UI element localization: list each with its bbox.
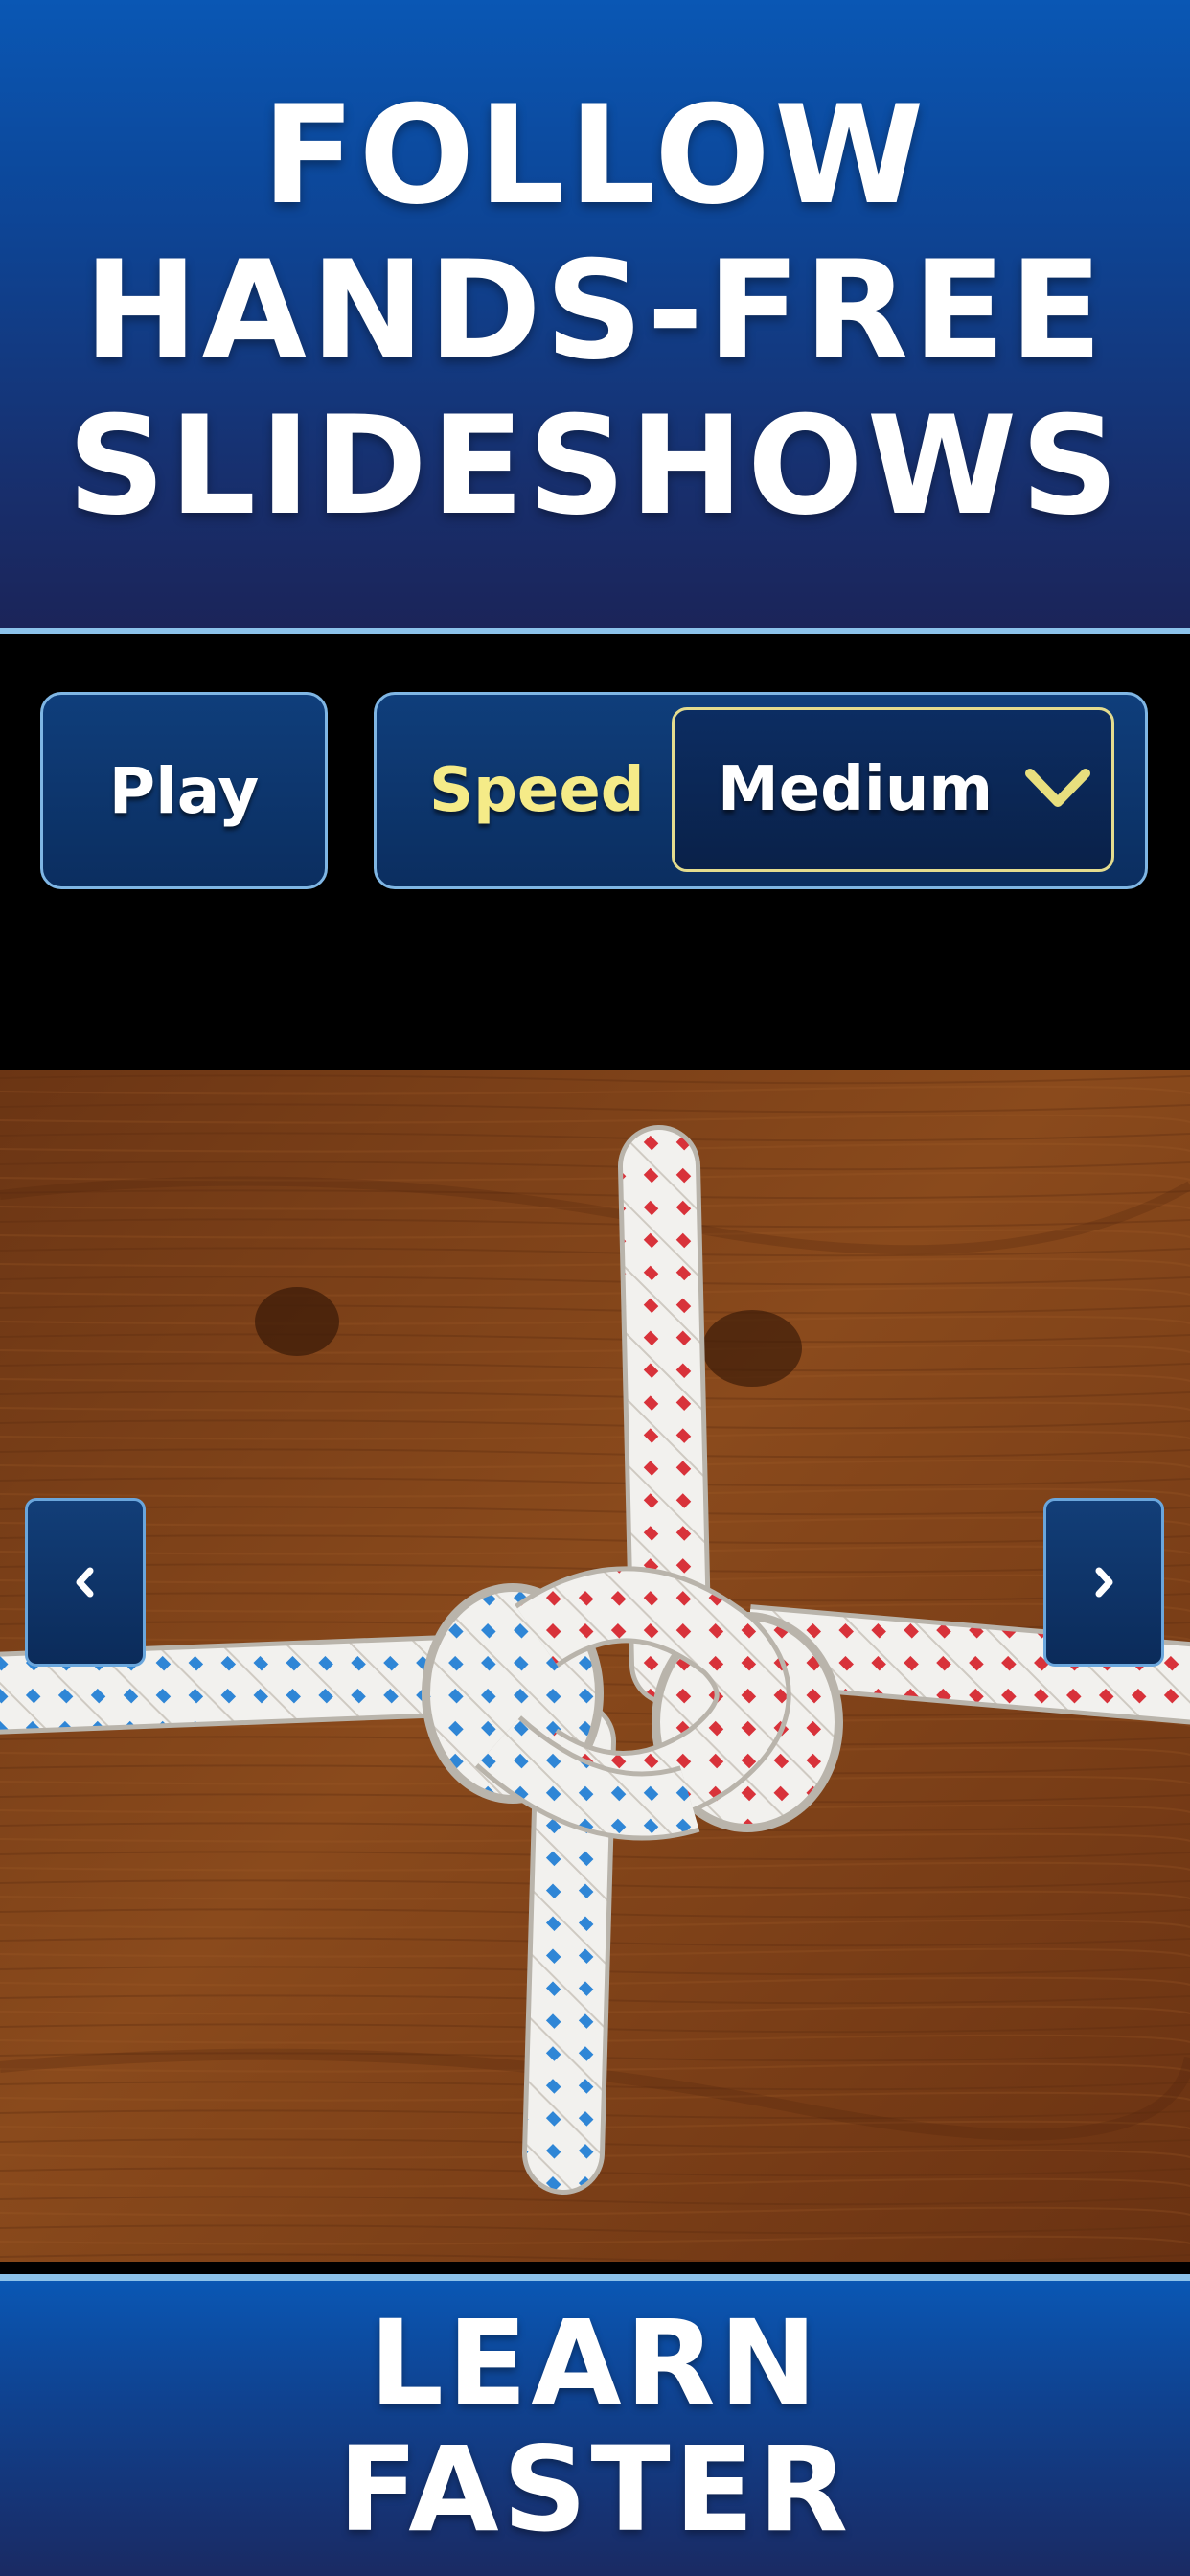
headline: FOLLOW HANDS-FREE SLIDESHOWS [0,79,1190,544]
headline-line-2: HANDS-FREE [83,232,1107,390]
knot-photo [0,1070,1190,2262]
speed-control: Speed Medium [374,692,1148,889]
headline-line-1: FOLLOW [262,77,928,235]
play-button-label: Play [108,753,260,828]
footer-divider [0,2274,1190,2281]
header-divider [0,628,1190,634]
tagline-line-1: LEARN [369,2295,821,2431]
previous-slide-button[interactable] [25,1498,146,1667]
speed-label: Speed [429,755,645,826]
play-button[interactable]: Play [40,692,328,889]
headline-line-3: SLIDESHOWS [67,387,1123,545]
tagline: LEARN FASTER [0,2300,1190,2553]
chevron-right-icon [1095,1567,1113,1598]
chevron-down-icon [1025,769,1090,807]
next-slide-button[interactable] [1043,1498,1164,1667]
tagline-line-2: FASTER [337,2422,853,2558]
speed-selected-value: Medium [718,754,994,825]
slide-image [0,1070,1190,2262]
chevron-left-icon [76,1567,94,1598]
speed-dropdown[interactable]: Medium [672,707,1114,872]
